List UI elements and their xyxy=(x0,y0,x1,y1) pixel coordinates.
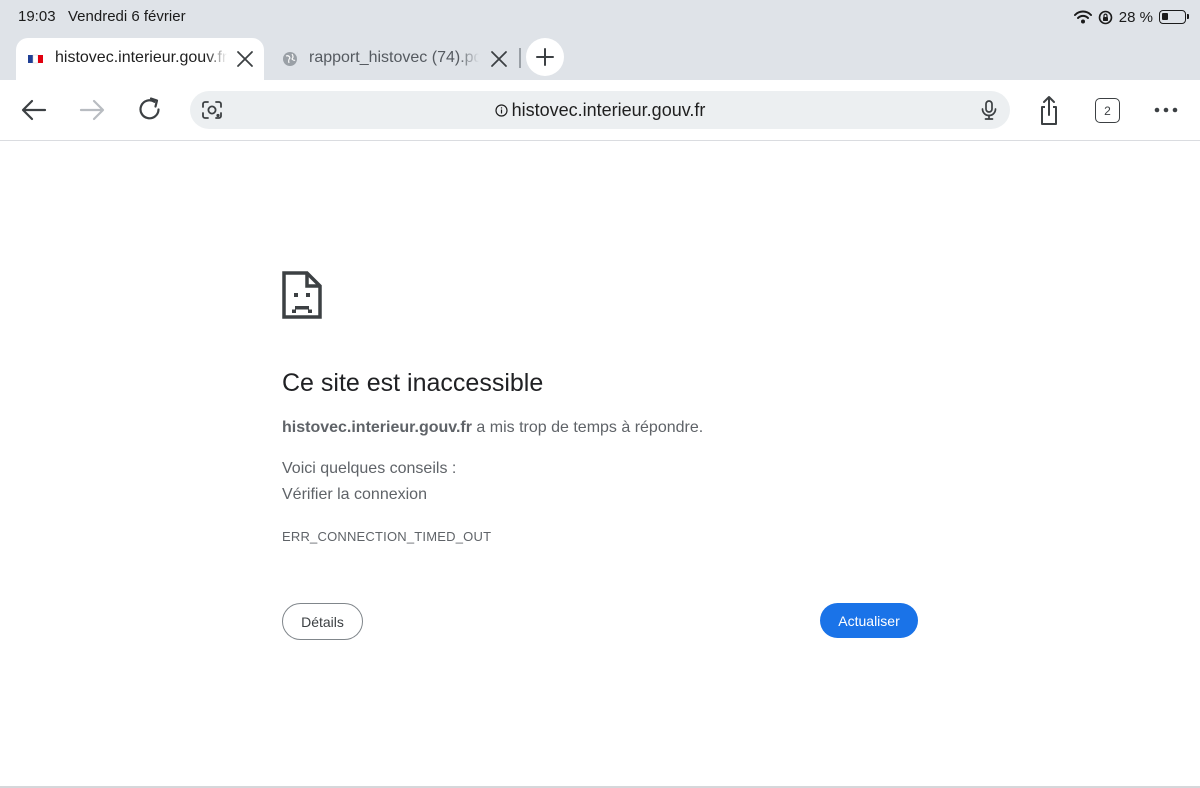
menu-button[interactable] xyxy=(1148,92,1184,128)
close-icon[interactable] xyxy=(488,48,510,70)
back-arrow-icon xyxy=(21,99,47,121)
close-icon[interactable] xyxy=(234,48,256,70)
status-time: 19:03 xyxy=(18,8,56,25)
reload-page-button[interactable]: Actualiser xyxy=(820,603,918,638)
reload-icon xyxy=(139,97,160,120)
new-tab-button[interactable] xyxy=(526,38,564,76)
url-display[interactable]: histovec.interieur.gouv.fr xyxy=(190,91,1010,129)
forward-arrow-icon xyxy=(79,99,105,121)
battery-percentage: 28 % xyxy=(1118,8,1153,26)
wifi-icon xyxy=(1073,10,1092,24)
back-button[interactable] xyxy=(16,92,52,128)
error-title: Ce site est inaccessible xyxy=(282,369,544,397)
status-date: Vendredi 6 février xyxy=(68,8,186,25)
status-indicators: 28 % xyxy=(1073,7,1189,27)
url-text: histovec.interieur.gouv.fr xyxy=(511,99,706,120)
share-button[interactable] xyxy=(1031,93,1067,129)
error-code: ERR_CONNECTION_TIMED_OUT xyxy=(282,529,492,544)
browser-chrome: 19:03 Vendredi 6 février 28 % histovec.i… xyxy=(0,0,1200,141)
plus-icon xyxy=(536,48,554,66)
tab-rapport-histovec[interactable]: rapport_histovec (74).pdf xyxy=(266,38,516,80)
tab-histovec[interactable]: histovec.interieur.gouv.fr xyxy=(16,38,264,80)
tab-switcher-button[interactable]: 2 xyxy=(1095,98,1120,123)
orientation-lock-icon xyxy=(1098,10,1113,24)
battery-level xyxy=(1162,13,1168,20)
info-icon[interactable] xyxy=(495,103,508,117)
tab-separator xyxy=(519,48,521,68)
address-bar[interactable]: histovec.interieur.gouv.fr xyxy=(190,91,1010,129)
error-message: a mis trop de temps à répondre. xyxy=(471,419,704,436)
tab-title: histovec.interieur.gouv.fr xyxy=(55,49,227,66)
error-host: histovec.interieur.gouv.fr xyxy=(282,419,472,436)
battery-tip xyxy=(1187,14,1189,19)
tips-label: Voici quelques conseils : xyxy=(282,460,457,477)
globe-icon xyxy=(283,52,297,66)
more-horizontal-icon xyxy=(1154,107,1178,113)
reload-button[interactable] xyxy=(132,92,168,128)
tab-title: rapport_histovec (74).pdf xyxy=(309,49,479,66)
forward-button[interactable] xyxy=(74,92,110,128)
toolbar-divider xyxy=(0,140,1200,141)
microphone-icon[interactable] xyxy=(978,99,1000,121)
sad-document-icon xyxy=(282,271,322,319)
details-button[interactable]: Détails xyxy=(282,603,363,640)
french-flag-icon xyxy=(28,54,43,64)
share-icon xyxy=(1041,96,1057,125)
error-description: histovec.interieur.gouv.fr a mis trop de… xyxy=(282,419,703,437)
battery-icon xyxy=(1159,10,1189,24)
tip-item: Vérifier la connexion xyxy=(282,486,427,503)
